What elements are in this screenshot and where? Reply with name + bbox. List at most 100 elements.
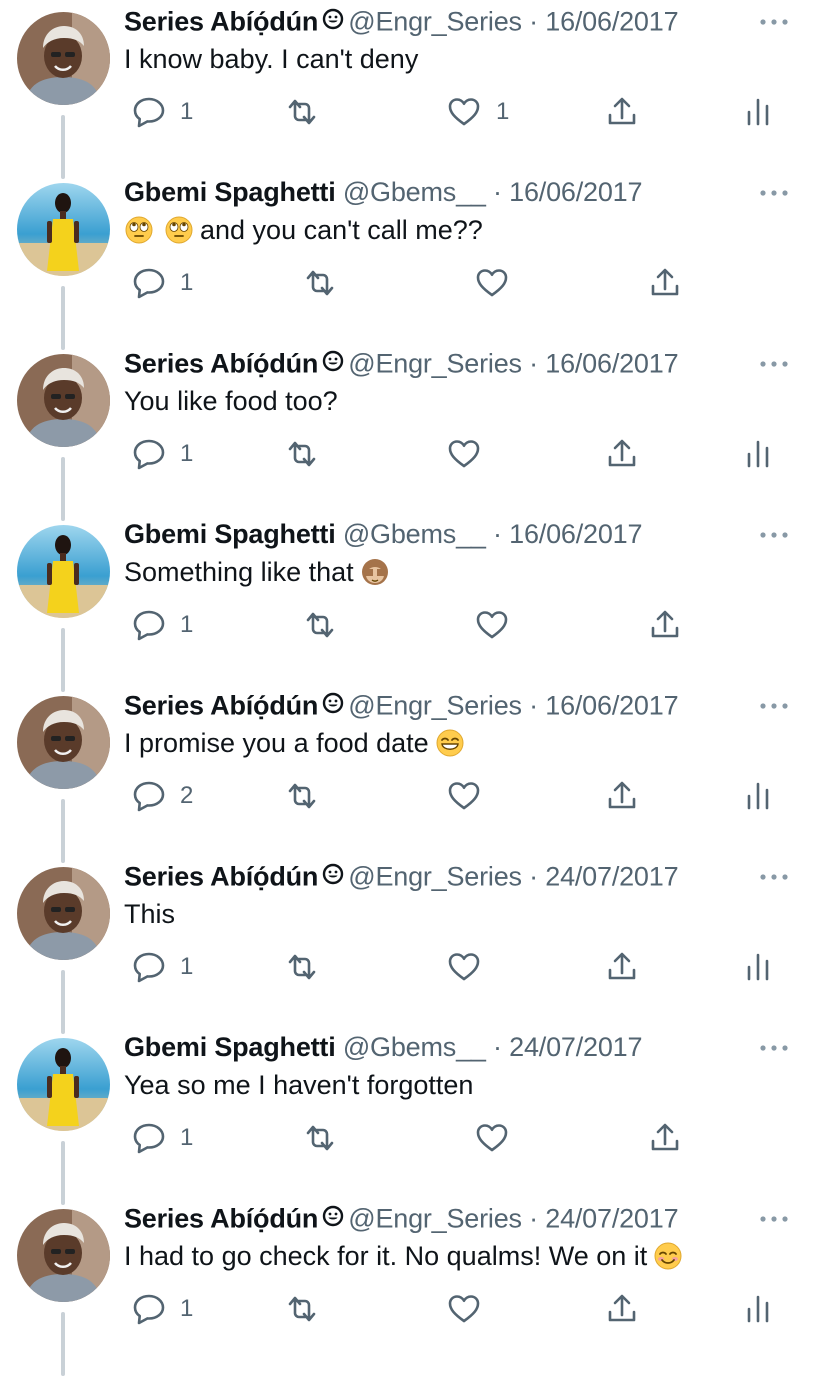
verified-badge-icon — [322, 348, 344, 379]
more-options-button[interactable] — [757, 354, 791, 374]
tweet-date[interactable]: 16/06/2017 — [509, 177, 642, 207]
tweet-date[interactable]: 16/06/2017 — [545, 349, 678, 379]
display-name[interactable]: Series Abíọ́dún — [124, 7, 318, 37]
retweet-button[interactable] — [302, 1118, 338, 1158]
like-button[interactable] — [446, 434, 496, 474]
share-icon — [608, 439, 636, 467]
display-name[interactable]: Series Abíọ́dún — [124, 862, 318, 892]
analytics-button[interactable] — [744, 434, 774, 474]
display-name[interactable]: Series Abíọ́dún — [124, 691, 318, 721]
share-button[interactable] — [604, 1289, 640, 1329]
display-name[interactable]: Gbemi Spaghetti — [124, 519, 336, 549]
see-no-evil-monkey-emoji — [361, 559, 388, 585]
share-button[interactable] — [604, 92, 640, 132]
retweet-button[interactable] — [302, 263, 338, 303]
tweet[interactable]: Series Abíọ́dún @Engr_Series · 16/06/2017… — [0, 342, 830, 521]
tweet-date[interactable]: 24/07/2017 — [545, 862, 678, 892]
tweet-date[interactable]: 16/06/2017 — [545, 7, 678, 37]
user-handle[interactable]: @Engr_Series — [348, 349, 522, 379]
more-options-button[interactable] — [757, 525, 791, 545]
reply-button[interactable]: 1 — [130, 1289, 193, 1329]
more-options-button[interactable] — [757, 1038, 791, 1058]
share-button[interactable] — [647, 605, 683, 645]
tweet-date[interactable]: 24/07/2017 — [545, 1204, 678, 1234]
tweet-header: Series Abíọ́dún @Engr_Series · 24/07/2017 — [124, 861, 679, 896]
tweet-date[interactable]: 16/06/2017 — [509, 519, 642, 549]
thread-line — [61, 970, 65, 1034]
tweet[interactable]: Series Abíọ́dún @Engr_Series · 24/07/2017… — [0, 1197, 830, 1376]
tweet[interactable]: Gbemi Spaghetti @Gbems__ · 16/06/2017 and… — [0, 171, 830, 350]
reply-icon — [133, 1294, 165, 1325]
tweet-date[interactable]: 16/06/2017 — [545, 691, 678, 721]
retweet-button[interactable] — [302, 605, 338, 645]
user-handle[interactable]: @Engr_Series — [348, 1204, 522, 1234]
see-no-evil-monkey-icon — [360, 557, 390, 594]
avatar[interactable] — [17, 1038, 110, 1131]
analytics-button[interactable] — [744, 947, 774, 987]
thread-line — [61, 286, 65, 350]
more-options-button[interactable] — [757, 696, 791, 716]
more-options-button[interactable] — [757, 1209, 791, 1229]
avatar[interactable] — [17, 354, 110, 447]
thread-line — [61, 799, 65, 863]
heart-icon — [448, 98, 480, 126]
share-button[interactable] — [647, 1118, 683, 1158]
more-options-button[interactable] — [757, 183, 791, 203]
tweet-text: I promise you a food date — [124, 728, 465, 765]
user-handle[interactable]: @Gbems__ — [343, 1032, 486, 1062]
share-button[interactable] — [647, 263, 683, 303]
like-button[interactable] — [446, 947, 496, 987]
analytics-button[interactable] — [744, 776, 774, 816]
retweet-button[interactable] — [284, 92, 320, 132]
like-button[interactable] — [474, 263, 524, 303]
reply-button[interactable]: 1 — [130, 605, 193, 645]
heart-icon — [448, 440, 480, 468]
tweet[interactable]: Gbemi Spaghetti @Gbems__ · 16/06/2017 Som… — [0, 513, 830, 692]
avatar[interactable] — [17, 1209, 110, 1302]
share-button[interactable] — [604, 947, 640, 987]
share-button[interactable] — [604, 776, 640, 816]
more-options-button[interactable] — [757, 867, 791, 887]
user-handle[interactable]: @Gbems__ — [343, 177, 486, 207]
analytics-button[interactable] — [744, 92, 774, 132]
tweet[interactable]: Gbemi Spaghetti @Gbems__ · 24/07/2017 Yea… — [0, 1026, 830, 1205]
display-name[interactable]: Gbemi Spaghetti — [124, 177, 336, 207]
user-handle[interactable]: @Engr_Series — [348, 691, 522, 721]
analytics-button[interactable] — [744, 1289, 774, 1329]
person-avatar-yellow-dress-beach-icon — [17, 1038, 110, 1131]
display-name[interactable]: Series Abíọ́dún — [124, 349, 318, 379]
avatar[interactable] — [17, 867, 110, 960]
retweet-button[interactable] — [284, 947, 320, 987]
avatar[interactable] — [17, 183, 110, 276]
tweet[interactable]: Series Abíọ́dún @Engr_Series · 16/06/2017… — [0, 684, 830, 863]
like-button[interactable] — [474, 1118, 524, 1158]
like-button[interactable] — [446, 1289, 496, 1329]
more-dots-icon — [760, 19, 788, 25]
reply-button[interactable]: 1 — [130, 434, 193, 474]
retweet-icon — [306, 270, 334, 296]
reply-button[interactable]: 1 — [130, 263, 193, 303]
reply-button[interactable]: 1 — [130, 947, 193, 987]
reply-button[interactable]: 1 — [130, 92, 193, 132]
user-handle[interactable]: @Engr_Series — [348, 862, 522, 892]
like-button[interactable] — [446, 776, 496, 816]
user-handle[interactable]: @Gbems__ — [343, 519, 486, 549]
reply-button[interactable]: 1 — [130, 1118, 193, 1158]
retweet-button[interactable] — [284, 1289, 320, 1329]
retweet-button[interactable] — [284, 776, 320, 816]
user-handle[interactable]: @Engr_Series — [348, 7, 522, 37]
tweet-date[interactable]: 24/07/2017 — [509, 1032, 642, 1062]
avatar[interactable] — [17, 12, 110, 105]
tweet[interactable]: Series Abíọ́dún @Engr_Series · 24/07/2017… — [0, 855, 830, 1034]
like-button[interactable]: 1 — [446, 92, 509, 132]
like-button[interactable] — [474, 605, 524, 645]
tweet[interactable]: Series Abíọ́dún @Engr_Series · 16/06/2017… — [0, 0, 830, 179]
avatar[interactable] — [17, 696, 110, 789]
retweet-button[interactable] — [284, 434, 320, 474]
share-button[interactable] — [604, 434, 640, 474]
reply-button[interactable]: 2 — [130, 776, 193, 816]
display-name[interactable]: Series Abíọ́dún — [124, 1204, 318, 1234]
more-options-button[interactable] — [757, 12, 791, 32]
display-name[interactable]: Gbemi Spaghetti — [124, 1032, 336, 1062]
avatar[interactable] — [17, 525, 110, 618]
